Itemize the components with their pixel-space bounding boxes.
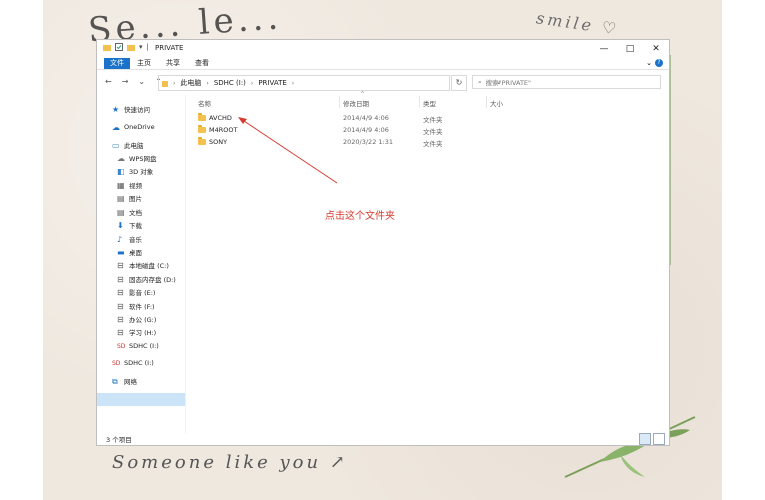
annotation-text: 点击这个文件夹 [325, 211, 395, 222]
annotation-arrow-icon [238, 117, 338, 184]
